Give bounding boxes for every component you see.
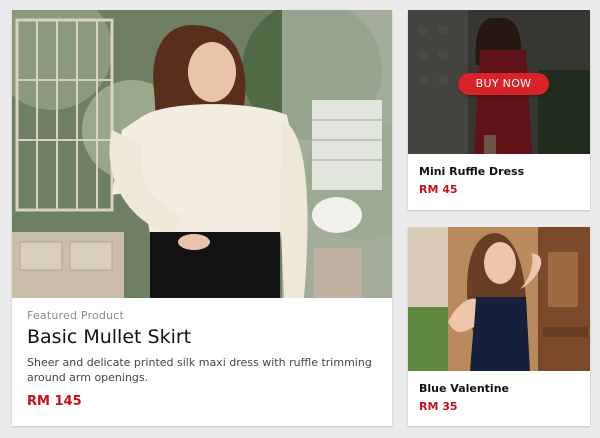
featured-label: Featured Product bbox=[27, 309, 125, 322]
featured-product-title[interactable]: Basic Mullet Skirt bbox=[27, 326, 382, 348]
product-card-blue-valentine[interactable]: Blue Valentine RM 35 bbox=[408, 227, 590, 426]
product-title[interactable]: Blue Valentine bbox=[419, 382, 509, 395]
product-price: RM 45 bbox=[419, 183, 458, 196]
featured-product-description: Sheer and delicate printed silk maxi dre… bbox=[27, 356, 372, 384]
buy-now-button[interactable]: BUY NOW bbox=[458, 73, 549, 95]
product-card-mini-ruffle-dress[interactable]: BUY NOW Mini Ruffle Dress RM 45 bbox=[408, 10, 590, 210]
featured-product-price: RM 145 bbox=[27, 394, 82, 409]
product-title[interactable]: Mini Ruffle Dress bbox=[419, 165, 524, 178]
featured-product-image[interactable] bbox=[12, 10, 392, 298]
product-price: RM 35 bbox=[419, 400, 458, 413]
product-image-blue-valentine[interactable] bbox=[408, 227, 590, 371]
featured-product-card[interactable]: Featured Product Basic Mullet Skirt Shee… bbox=[12, 10, 392, 426]
product-image-mini-ruffle-dress[interactable]: BUY NOW bbox=[408, 10, 590, 154]
